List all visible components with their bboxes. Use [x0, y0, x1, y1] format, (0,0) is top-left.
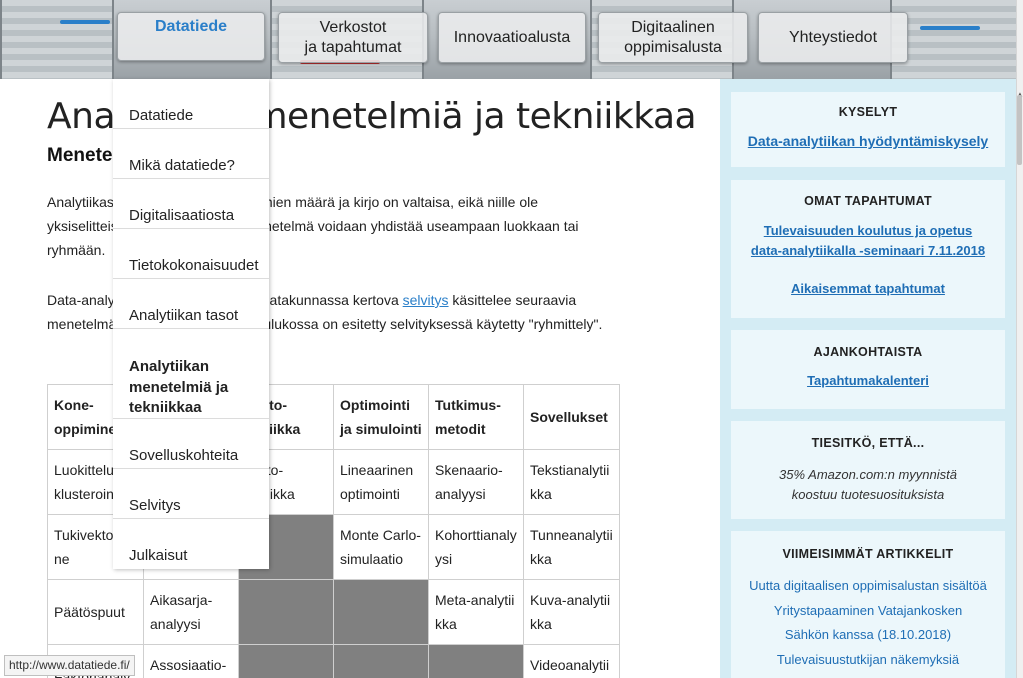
table-cell: Meta-analytii kka — [428, 579, 524, 645]
table-cell: Assosiaatio- analyysi — [143, 644, 239, 678]
widget-title: OMAT TAPAHTUMAT — [804, 194, 932, 208]
aikaisemmat-tapahtumat-link[interactable]: Aikaisemmat tapahtumat — [791, 281, 945, 296]
table-header-cell: Tutkimus- metodit — [428, 384, 524, 450]
table-cell: Tunneanalytii kka — [523, 514, 620, 580]
submenu-item-analytiikan-menetelmia[interactable]: Analytiikan menetelmiä ja tekniikkaa — [113, 329, 269, 419]
nav-innovaatioalusta[interactable]: Innovaatioalusta — [438, 12, 586, 63]
fact-text: 35% Amazon.com:n myynnistä koostuu tuote… — [779, 467, 957, 502]
nav-label: Innovaatioalusta — [453, 28, 571, 46]
scrollbar-thumb[interactable] — [1017, 95, 1022, 165]
widget-title: AJANKOHTAISTA — [813, 345, 923, 359]
widget-title: KYSELYT — [838, 105, 898, 119]
table-header-cell: Sovellukset — [523, 384, 620, 450]
widget-ajankohtaista: AJANKOHTAISTA Tapahtumakalenteri — [731, 330, 1005, 409]
seminar-link[interactable]: Tulevaisuuden koulutus ja opetus data-an… — [751, 223, 985, 258]
nav-label: Yhteystiedot — [788, 28, 878, 46]
submenu-item-datatiede[interactable]: Datatiede — [113, 79, 269, 129]
selvitys-link[interactable]: selvitys — [403, 292, 449, 308]
nav-datatiede[interactable]: Datatiede — [117, 12, 265, 61]
widget-title: TIESITKÖ, ETTÄ... — [811, 436, 925, 450]
table-cell: Lineaarinen optimointi — [333, 449, 429, 515]
nav-digitaalinen-oppimisalusta[interactable]: Digitaalinen oppimisalusta — [598, 12, 748, 63]
table-header-cell: Optimointi ja simulointi — [333, 384, 429, 450]
nav-label: Verkostot ja tapahtumat — [304, 18, 402, 56]
table-cell: Kuva-analytii kka — [523, 579, 620, 645]
article-link[interactable]: Uutta digitaalisen oppimisalustan sisält… — [739, 574, 997, 599]
table-cell: Monte Carlo- simulaatio — [333, 514, 429, 580]
widget-title: VIIMEISIMMÄT ARTIKKELIT — [782, 547, 954, 561]
submenu-item-julkaisut[interactable]: Julkaisut — [113, 519, 269, 569]
sidebar: KYSELYT Data-analytiikan hyödyntämiskyse… — [720, 79, 1016, 678]
nav-verkostot[interactable]: Verkostot ja tapahtumat — [278, 12, 428, 63]
widget-viimeisimmat-artikkelit: VIIMEISIMMÄT ARTIKKELIT Uutta digitaalis… — [731, 531, 1005, 678]
empty-cell — [333, 579, 429, 645]
submenu-item-sovelluskohteita[interactable]: Sovelluskohteita — [113, 419, 269, 469]
article-link[interactable]: Yritystapaaminen Vatajankosken Sähkön ka… — [739, 599, 997, 648]
widget-tiesitko: TIESITKÖ, ETTÄ... 35% Amazon.com:n myynn… — [731, 421, 1005, 519]
table-cell: Kohorttianaly ysi — [428, 514, 524, 580]
header-cable — [60, 20, 110, 24]
empty-cell — [238, 579, 334, 645]
empty-cell — [333, 644, 429, 678]
table-cell: Skenaario- analyysi — [428, 449, 524, 515]
article-link[interactable]: Tulevaisuustutkijan näkemyksiä — [739, 648, 997, 673]
header-cable — [920, 26, 980, 30]
nav-label: Datatiede — [154, 18, 228, 35]
widget-omat-tapahtumat: OMAT TAPAHTUMAT Tulevaisuuden koulutus j… — [731, 180, 1005, 318]
empty-cell — [428, 644, 524, 678]
kysely-link[interactable]: Data-analytiikan hyödyntämiskysely — [748, 133, 988, 149]
tapahtumakalenteri-link[interactable]: Tapahtumakalenteri — [807, 373, 929, 388]
nav-label: Digitaalinen oppimisalusta — [624, 18, 722, 56]
table-cell: Videoanalytii kka — [523, 644, 620, 678]
table-cell: Aikasarja- analyysi — [143, 579, 239, 645]
main-content: Analytiikan menetelmiä ja tekniikkaa Men… — [0, 79, 720, 678]
header-machine-image — [0, 0, 114, 79]
submenu-item-analytiikan-tasot[interactable]: Analytiikan tasot — [113, 279, 269, 329]
submenu-item-mika-datatiede[interactable]: Mikä datatiede? — [113, 129, 269, 179]
submenu-item-selvitys[interactable]: Selvitys — [113, 469, 269, 519]
table-cell: Tekstianalytii kka — [523, 449, 620, 515]
submenu-item-tietokokonaisuudet[interactable]: Tietokokonaisuudet — [113, 229, 269, 279]
table-cell: Päätöspuut — [47, 579, 144, 645]
datatiede-submenu: Datatiede Mikä datatiede? Digitalisaatio… — [113, 79, 269, 569]
header-machine-image — [890, 0, 1020, 79]
nav-yhteystiedot[interactable]: Yhteystiedot — [758, 12, 908, 63]
empty-cell — [238, 644, 334, 678]
widget-kyselyt: KYSELYT Data-analytiikan hyödyntämiskyse… — [731, 92, 1005, 167]
status-bar-url: http://www.datatiede.fi/ — [4, 655, 135, 676]
submenu-item-digitalisaatiosta[interactable]: Digitalisaatiosta — [113, 179, 269, 229]
table-row: Päätöspuut Aikasarja- analyysi Meta-anal… — [47, 579, 620, 645]
